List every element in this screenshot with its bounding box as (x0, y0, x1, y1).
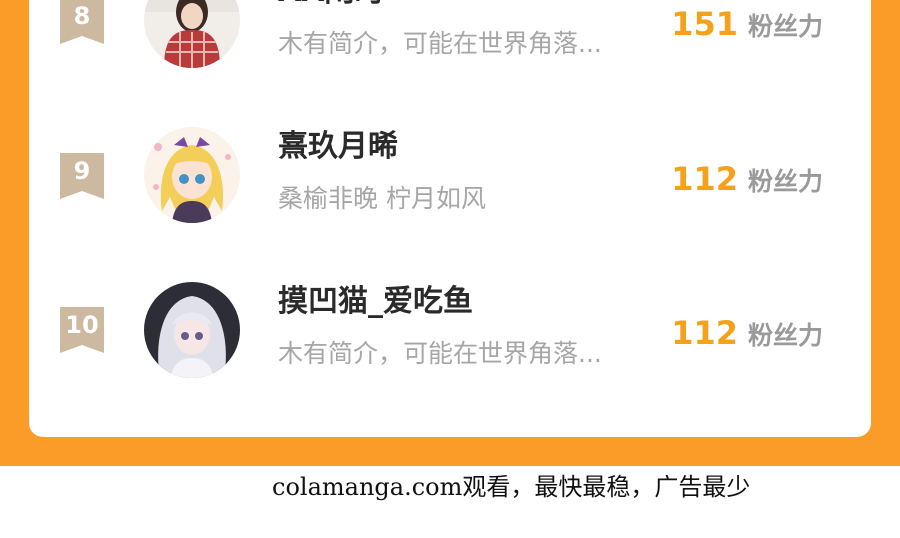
watermark-text: colamanga.com观看，最快最稳，广告最少 (272, 473, 751, 501)
rank-badge: 10 (60, 307, 104, 353)
rank-badge: 9 (60, 153, 104, 199)
user-bio: 木有简介，可能在世界角落... (278, 29, 602, 58)
fans-number: 151 (671, 5, 738, 43)
ranking-card: 8 AA闲时 木有简介，可能在世界角落... 151 粉丝力 9 (29, 0, 871, 437)
ranking-row[interactable]: 10 摸凹猫_爱吃鱼 木有简介，可能在世界角落... 112 粉丝力 (29, 245, 871, 378)
fans-score: 151 粉丝力 (671, 4, 823, 50)
avatar[interactable] (144, 0, 240, 68)
avatar-image (144, 0, 240, 68)
fans-number: 112 (671, 160, 738, 198)
user-name[interactable]: AA闲时 (278, 0, 384, 10)
fans-number: 112 (671, 314, 738, 352)
rank-number: 8 (73, 2, 91, 30)
fans-label: 粉丝力 (747, 321, 823, 350)
user-bio: 木有简介，可能在世界角落... (278, 339, 602, 368)
user-bio: 桑榆非晚 柠月如风 (278, 184, 486, 213)
ranking-row[interactable]: 9 熹玖月晞 桑榆非晚 柠月如风 112 粉丝力 (29, 90, 871, 223)
user-name[interactable]: 摸凹猫_爱吃鱼 (278, 284, 473, 320)
avatar-image (144, 127, 240, 223)
user-name[interactable]: 熹玖月晞 (278, 129, 398, 165)
fans-label: 粉丝力 (747, 12, 823, 41)
fans-label: 粉丝力 (747, 167, 823, 196)
avatar-image (144, 282, 240, 378)
fans-score: 112 粉丝力 (671, 159, 823, 205)
avatar[interactable] (144, 282, 240, 378)
rank-number: 9 (73, 157, 91, 185)
rank-number: 10 (65, 311, 99, 339)
avatar[interactable] (144, 127, 240, 223)
rank-badge: 8 (60, 0, 104, 44)
ranking-row[interactable]: 8 AA闲时 木有简介，可能在世界角落... 151 粉丝力 (29, 0, 871, 90)
fans-score: 112 粉丝力 (671, 313, 823, 359)
